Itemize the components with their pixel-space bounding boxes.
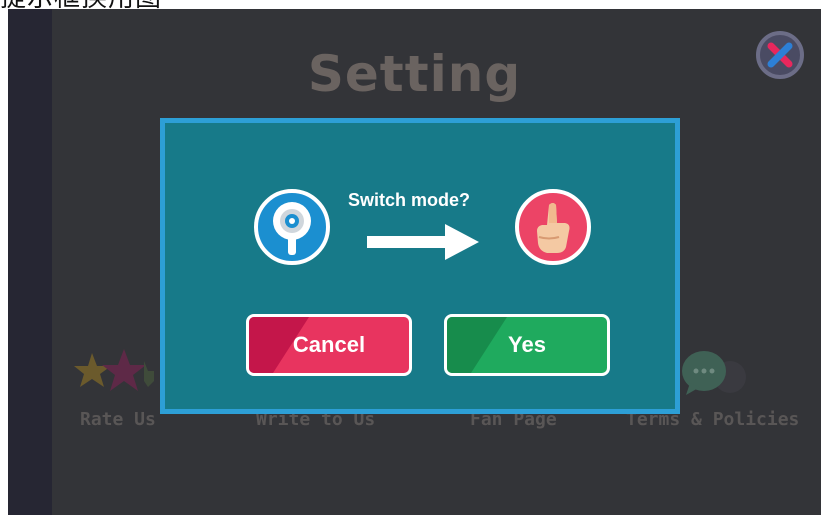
arrow-right-icon [367, 224, 479, 260]
close-x-icon [767, 42, 793, 68]
close-button[interactable] [756, 31, 804, 79]
game-screen: Setting Rate Us Write to Us Fan Page Ter… [8, 9, 821, 515]
touch-mode-badge [515, 189, 591, 265]
yes-button[interactable]: Yes [444, 314, 610, 376]
switch-mode-prompt: Switch mode? [348, 190, 471, 210]
cancel-button[interactable]: Cancel [246, 314, 412, 376]
settings-title: Setting [307, 45, 522, 103]
stars-icon[interactable] [74, 347, 154, 403]
joystick-mode-badge [254, 189, 330, 265]
cancel-button-label: Cancel [292, 332, 366, 357]
speech-bubbles-icon[interactable] [678, 347, 750, 399]
yes-button-label: Yes [508, 332, 546, 357]
hand-pointer-icon [537, 203, 570, 253]
joystick-icon [273, 202, 311, 255]
menu-rate-us[interactable]: Rate Us [80, 409, 156, 430]
switch-mode-dialog: Switch mode? Cancel Yes [160, 118, 680, 414]
